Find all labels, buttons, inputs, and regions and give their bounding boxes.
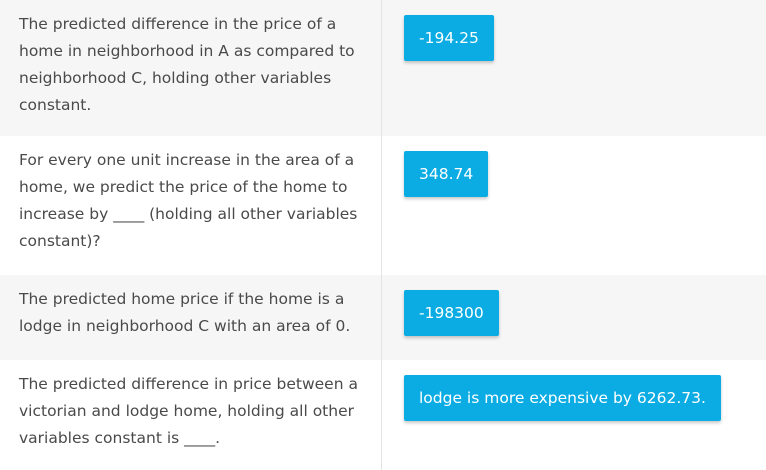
answer-drop-zone[interactable]: -198300 [382,275,766,360]
match-row: The predicted difference in price betwee… [0,360,766,470]
prompt-text: The predicted difference in price betwee… [0,360,382,470]
matching-question-table: The predicted difference in the price of… [0,0,766,470]
answer-drop-zone[interactable]: 348.74 [382,136,766,275]
answer-chip[interactable]: 348.74 [404,151,489,197]
prompt-text: For every one unit increase in the area … [0,136,382,275]
answer-drop-zone[interactable]: -194.25 [382,0,766,136]
answer-chip[interactable]: -198300 [404,290,499,336]
match-row: The predicted difference in the price of… [0,0,766,136]
answer-drop-zone[interactable]: lodge is more expensive by 6262.73. [382,360,766,470]
match-row: For every one unit increase in the area … [0,136,766,275]
answer-chip[interactable]: lodge is more expensive by 6262.73. [404,375,721,421]
prompt-text: The predicted difference in the price of… [0,0,382,136]
answer-chip[interactable]: -194.25 [404,15,494,61]
prompt-text: The predicted home price if the home is … [0,275,382,360]
match-row: The predicted home price if the home is … [0,275,766,360]
